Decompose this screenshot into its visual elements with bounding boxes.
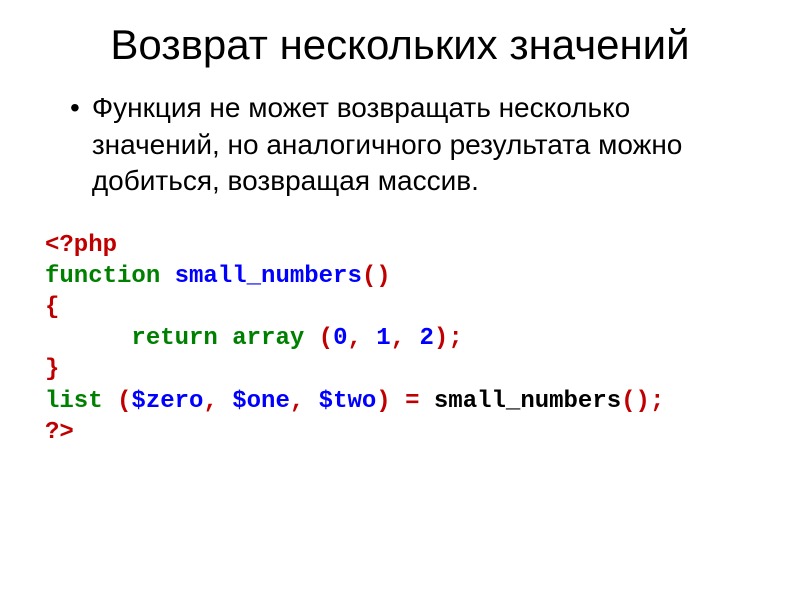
- slide-title: Возврат нескольких значений: [40, 20, 760, 70]
- space: [420, 388, 434, 415]
- bullet-marker: •: [70, 90, 80, 126]
- php-open-tag: <?php: [45, 232, 117, 259]
- space: [103, 388, 117, 415]
- bullet-item: • Функция не может возвращать несколько …: [70, 90, 760, 199]
- paren: (): [362, 263, 391, 290]
- bullet-section: • Функция не может возвращать несколько …: [70, 90, 760, 199]
- keyword-array: array: [232, 325, 304, 352]
- brace-open: {: [45, 294, 59, 321]
- keyword-function: function: [45, 263, 160, 290]
- number-literal: 2: [420, 325, 434, 352]
- function-call: small_numbers: [434, 388, 621, 415]
- comma: ,: [391, 325, 405, 352]
- equals: =: [405, 388, 419, 415]
- space: [391, 388, 405, 415]
- comma: ,: [347, 325, 361, 352]
- space: [304, 388, 318, 415]
- number-literal: 0: [333, 325, 347, 352]
- comma: ,: [290, 388, 304, 415]
- variable: $one: [232, 388, 290, 415]
- space: [362, 325, 376, 352]
- brace-close: }: [45, 356, 59, 383]
- bullet-text: Функция не может возвращать несколько зн…: [92, 90, 760, 199]
- comma: ,: [203, 388, 217, 415]
- variable: $zero: [131, 388, 203, 415]
- indent: [45, 325, 131, 352]
- space: [405, 325, 419, 352]
- space: [218, 325, 232, 352]
- keyword-list: list: [45, 388, 103, 415]
- number-literal: 1: [376, 325, 390, 352]
- php-close-tag: ?>: [45, 419, 74, 446]
- paren-close: ): [376, 388, 390, 415]
- keyword-return: return: [131, 325, 217, 352]
- code-block: <?php function small_numbers() { return …: [45, 230, 760, 448]
- space: [304, 325, 318, 352]
- semicolon: ;: [650, 388, 664, 415]
- paren-close: ): [434, 325, 448, 352]
- paren-open: (: [319, 325, 333, 352]
- paren-open: (: [117, 388, 131, 415]
- variable: $two: [319, 388, 377, 415]
- space: [218, 388, 232, 415]
- paren: (): [621, 388, 650, 415]
- semicolon: ;: [448, 325, 462, 352]
- function-name: small_numbers: [160, 263, 362, 290]
